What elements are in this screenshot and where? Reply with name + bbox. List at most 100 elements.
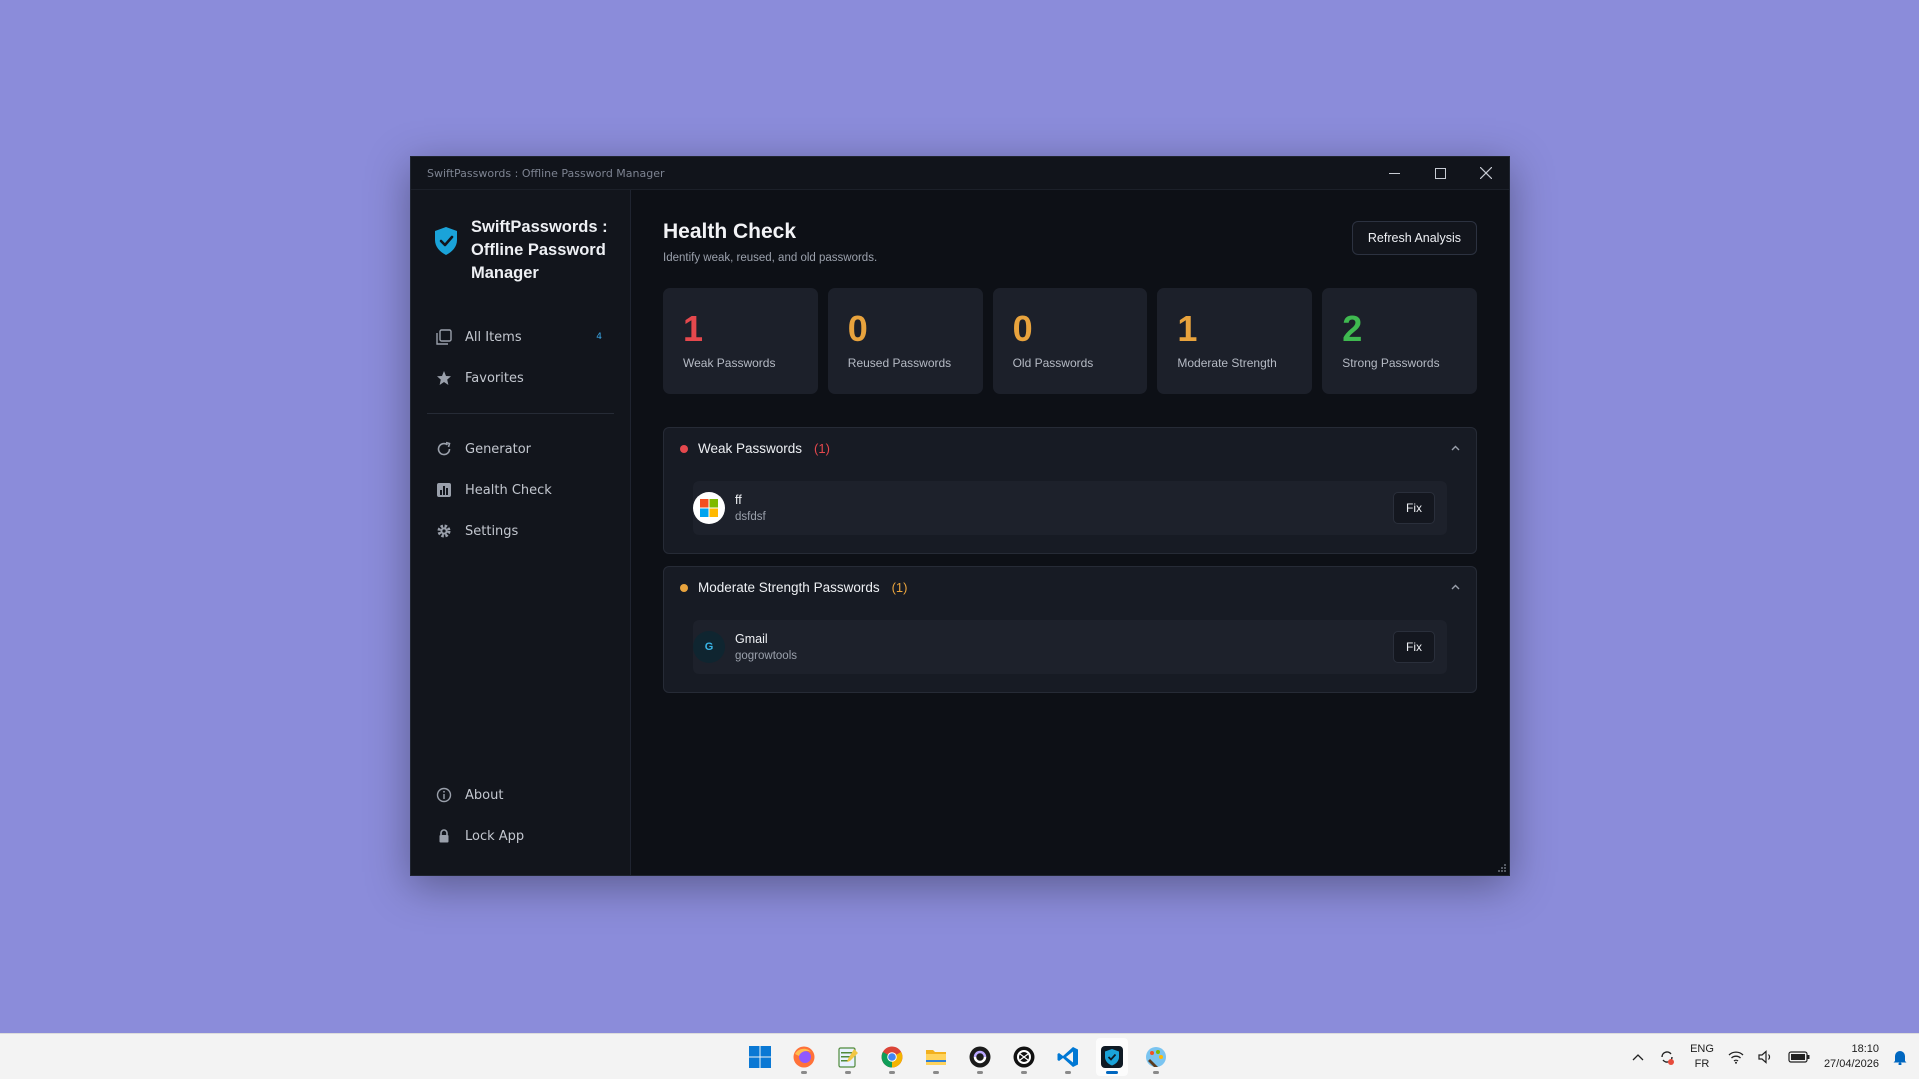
start-button[interactable] (744, 1038, 776, 1076)
sidebar-item-about[interactable]: About (427, 777, 614, 813)
taskbar-app-2[interactable] (1008, 1038, 1040, 1076)
chevron-up-icon[interactable] (1632, 1053, 1644, 1061)
app-icon (1013, 1046, 1035, 1068)
sidebar-item-favorites[interactable]: Favorites (427, 360, 614, 396)
weak-passwords-section: Weak Passwords (1) ff dsfdsf Fix (663, 427, 1477, 554)
volume-icon[interactable] (1758, 1050, 1774, 1064)
section-count: (1) (891, 580, 908, 595)
app-window: SwiftPasswords : Offline Password Manage… (410, 156, 1510, 876)
stat-label: Reused Passwords (847, 356, 952, 370)
taskbar-paint[interactable] (1140, 1038, 1172, 1076)
app-icon (969, 1046, 991, 1068)
page-header: Health Check Identify weak, reused, and … (663, 220, 1477, 264)
sidebar-item-generator[interactable]: Generator (427, 431, 614, 467)
chevron-up-icon[interactable] (1451, 582, 1460, 593)
stats-row: 1 Weak Passwords 0 Reused Passwords 0 Ol… (663, 288, 1477, 394)
stat-value: 0 (1012, 308, 1033, 349)
taskbar-vscode[interactable] (1052, 1038, 1084, 1076)
status-dot (680, 444, 688, 453)
sync-icon[interactable] (1658, 1048, 1676, 1066)
moderate-passwords-header[interactable]: Moderate Strength Passwords (1) (664, 567, 1476, 608)
taskbar-swiftpasswords[interactable] (1096, 1038, 1128, 1076)
start-icon (749, 1046, 771, 1068)
chevron-up-icon[interactable] (1451, 443, 1460, 454)
entry-name: ff (735, 493, 742, 507)
sidebar-item-label: Generator (465, 441, 532, 457)
sidebar-item-settings[interactable]: Settings (427, 513, 614, 549)
sidebar-item-label: Favorites (465, 370, 524, 386)
sidebar-item-health-check[interactable]: Health Check (427, 472, 614, 508)
star-icon (435, 369, 453, 387)
chart-icon (435, 481, 453, 499)
resize-grip-icon[interactable] (1496, 862, 1506, 872)
notepad-icon (838, 1047, 858, 1068)
battery-icon[interactable] (1788, 1050, 1810, 1064)
page-subtitle: Identify weak, reused, and old passwords… (663, 252, 878, 264)
close-icon (1480, 167, 1492, 179)
entry-username: gogrowtools (735, 650, 798, 662)
taskbar-notepad[interactable] (832, 1038, 864, 1076)
page-title: Health Check (663, 220, 797, 243)
language-indicator[interactable]: ENG FR (1690, 1042, 1714, 1072)
maximize-button[interactable] (1417, 157, 1463, 189)
avatar-letter: G (704, 641, 714, 653)
microsoft-icon (693, 492, 725, 524)
file-explorer-icon (926, 1050, 946, 1065)
taskbar-firefox[interactable] (788, 1038, 820, 1076)
all-items-icon (435, 328, 453, 346)
window-title: SwiftPasswords : Offline Password Manage… (427, 166, 665, 180)
main-content: Health Check Identify weak, reused, and … (631, 190, 1509, 875)
section-title: Weak Passwords (698, 441, 803, 456)
stat-card-old: 0 Old Passwords (992, 288, 1148, 394)
stat-card-moderate: 1 Moderate Strength (1157, 288, 1313, 394)
gear-icon (435, 522, 453, 540)
sidebar-divider (427, 413, 614, 414)
stat-label: Moderate Strength (1177, 356, 1277, 370)
taskbar: ENG FR 18:10 27/04/2026 (0, 1033, 1919, 1079)
taskbar-chrome[interactable] (876, 1038, 908, 1076)
sidebar-item-all-items[interactable]: All Items 4 (427, 319, 614, 355)
shield-check-icon (435, 227, 457, 255)
wifi-icon[interactable] (1728, 1050, 1744, 1064)
notification-bell-icon[interactable] (1893, 1049, 1907, 1065)
fix-button[interactable]: Fix (1393, 492, 1435, 524)
minimize-button[interactable] (1371, 157, 1417, 189)
count-badge: 4 (596, 332, 602, 342)
password-entry[interactable]: ff dsfdsf Fix (693, 481, 1447, 535)
close-button[interactable] (1463, 157, 1509, 189)
clock-time: 18:10 (1851, 1043, 1879, 1055)
brand: SwiftPasswords : Offline Password Manage… (427, 216, 614, 285)
stat-value: 2 (1342, 308, 1363, 349)
sidebar-item-label: Health Check (465, 482, 552, 498)
vscode-icon (1057, 1047, 1078, 1067)
title-bar: SwiftPasswords : Offline Password Manage… (411, 157, 1509, 190)
sidebar: SwiftPasswords : Offline Password Manage… (411, 190, 631, 875)
sidebar-item-lock-app[interactable]: Lock App (427, 818, 614, 854)
sidebar-item-label: All Items (465, 329, 522, 345)
entry-name: Gmail (735, 632, 768, 646)
fix-button[interactable]: Fix (1393, 631, 1435, 663)
stat-label: Old Passwords (1012, 356, 1094, 370)
taskbar-apps (744, 1034, 1172, 1079)
taskbar-app-1[interactable] (964, 1038, 996, 1076)
sidebar-item-label: About (465, 787, 504, 803)
google-icon: G (693, 631, 725, 663)
lock-icon (435, 827, 453, 845)
minimize-icon (1388, 172, 1400, 174)
stat-card-weak: 1 Weak Passwords (663, 288, 818, 394)
language-primary: ENG (1690, 1043, 1714, 1055)
stat-label: Strong Passwords (1342, 356, 1440, 370)
brand-name: SwiftPasswords : Offline Password Manage… (471, 218, 608, 282)
weak-passwords-header[interactable]: Weak Passwords (1) (664, 428, 1476, 469)
chrome-icon (881, 1046, 903, 1068)
stat-value: 1 (683, 308, 704, 349)
status-dot (680, 583, 688, 592)
refresh-analysis-button[interactable]: Refresh Analysis (1351, 221, 1477, 255)
password-entry[interactable]: G Gmail gogrowtools Fix (693, 620, 1447, 674)
refresh-icon (435, 440, 453, 458)
stat-card-strong: 2 Strong Passwords (1322, 288, 1477, 394)
stat-value: 0 (847, 308, 868, 349)
taskbar-file-explorer[interactable] (920, 1038, 952, 1076)
clock-date: 27/04/2026 (1823, 1058, 1879, 1070)
clock[interactable]: 18:10 27/04/2026 (1824, 1042, 1879, 1072)
